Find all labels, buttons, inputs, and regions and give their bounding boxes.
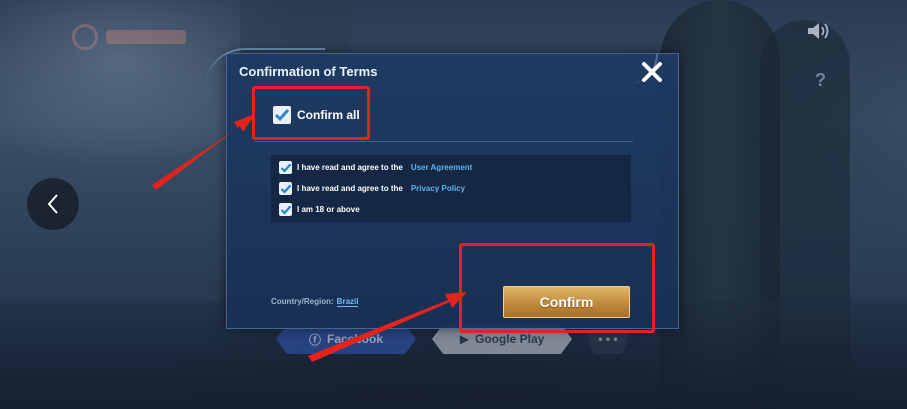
chevron-left-icon <box>47 194 58 214</box>
back-button[interactable] <box>27 178 79 230</box>
google-play-login-label: Google Play <box>474 332 545 346</box>
privacy-policy-link[interactable]: Privacy Policy <box>411 184 465 193</box>
more-login-label: • • • <box>598 332 618 346</box>
checkmark-icon <box>280 163 291 173</box>
term-age[interactable]: I am 18 or above <box>279 203 360 216</box>
annotation-highlight-confirm-button <box>459 243 655 333</box>
country-region: Country/Region: Brazil <box>271 297 359 307</box>
logo-wordmark <box>106 30 186 44</box>
term-text: I have read and agree to the <box>297 163 403 172</box>
region-selector[interactable]: Brazil <box>336 297 359 307</box>
checkmark-icon <box>280 205 291 215</box>
term-text: I am 18 or above <box>297 205 360 214</box>
logo-mark <box>72 24 98 50</box>
user-agreement-link[interactable]: User Agreement <box>411 163 473 172</box>
checkmark-icon <box>280 184 291 194</box>
term-privacy-policy[interactable]: I have read and agree to the Privacy Pol… <box>279 182 465 195</box>
divider <box>255 141 633 142</box>
term-user-agreement[interactable]: I have read and agree to the User Agreem… <box>279 161 472 174</box>
facebook-icon: ⓕ <box>308 332 321 347</box>
close-button[interactable] <box>638 58 666 86</box>
term-text: I have read and agree to the <box>297 184 403 193</box>
speaker-icon[interactable] <box>805 20 833 42</box>
checkbox-checked[interactable] <box>279 182 292 195</box>
help-icon[interactable]: ? <box>815 70 826 91</box>
google-play-icon: ▶ <box>459 332 469 346</box>
close-icon <box>642 62 662 82</box>
checkbox-checked[interactable] <box>279 203 292 216</box>
dialog-title: Confirmation of Terms <box>239 64 378 79</box>
region-label: Country/Region: <box>271 297 334 306</box>
game-logo <box>72 24 192 52</box>
facebook-login-label: Facebook <box>327 332 384 346</box>
terms-list: I have read and agree to the User Agreem… <box>271 155 631 222</box>
annotation-highlight-confirm-all <box>252 86 370 140</box>
checkbox-checked[interactable] <box>279 161 292 174</box>
